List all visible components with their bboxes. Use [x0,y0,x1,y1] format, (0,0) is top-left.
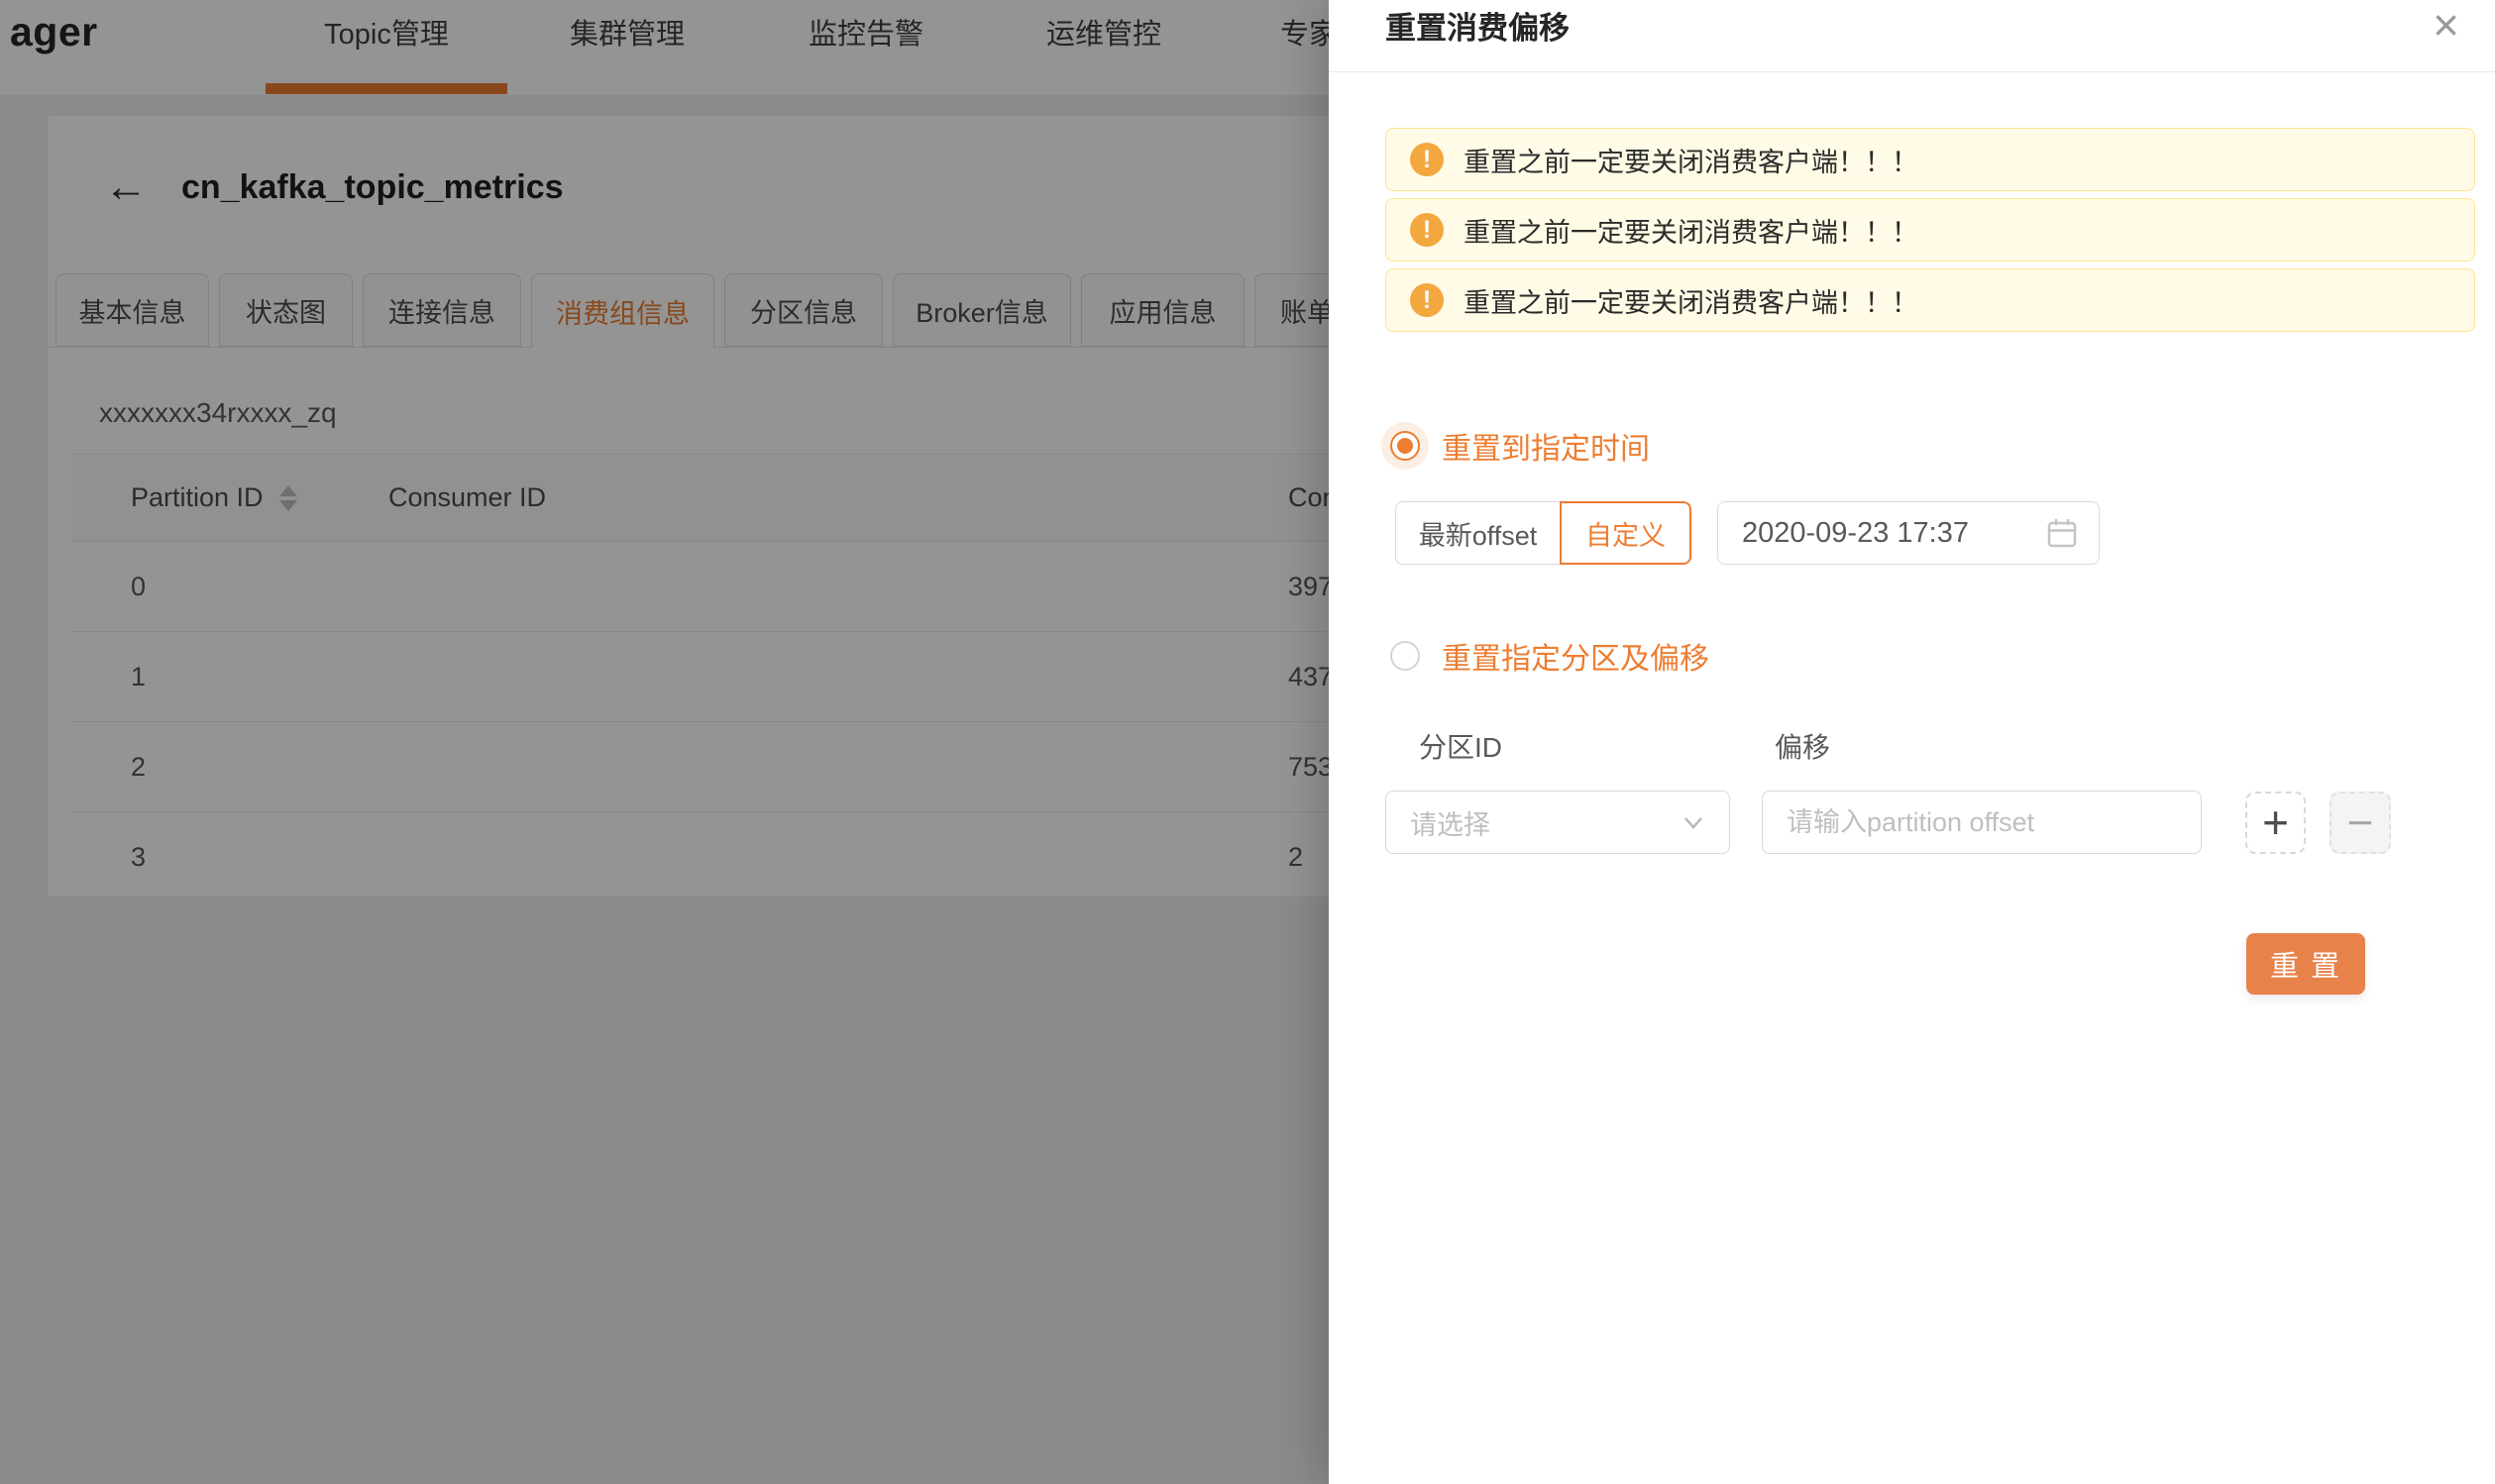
latest-offset-button[interactable]: 最新offset [1395,501,1560,565]
datetime-picker[interactable]: 2020-09-23 17:37 [1717,501,2100,565]
warning-text: 重置之前一定要关闭消费客户端！！！ [1464,141,1918,179]
offset-input[interactable] [1762,791,2202,854]
offset-label: 偏移 [1775,726,1830,766]
add-row-button[interactable]: + [2245,792,2306,854]
warning-icon: ! [1410,143,1444,176]
reset-submit-button[interactable]: 重 置 [2246,933,2365,995]
custom-offset-button[interactable]: 自定义 [1560,501,1691,565]
chevron-down-icon [1680,808,1707,836]
warning-alert: ! 重置之前一定要关闭消费客户端！！！ [1385,268,2475,332]
close-icon[interactable]: × [2433,2,2459,48]
offset-mode-row: 最新offset 自定义 2020-09-23 17:37 [1395,501,2495,565]
partition-offset-fields: 请选择 + − [1385,791,2495,854]
radio-reset-partition-offset[interactable]: 重置指定分区及偏移 [1390,639,2495,673]
drawer-title: 重置消费偏移 [1385,3,1570,48]
radio-unchecked-icon[interactable] [1390,641,1420,671]
reset-offset-drawer: 重置消费偏移 × ! 重置之前一定要关闭消费客户端！！！ ! 重置之前一定要关闭… [1329,0,2495,1484]
minus-icon: − [2347,799,2374,845]
partition-id-label: 分区ID [1419,726,1502,766]
warning-icon: ! [1410,213,1444,247]
drawer-header: 重置消费偏移 × [1329,0,2495,72]
plus-icon: + [2262,799,2289,845]
select-placeholder: 请选择 [1410,803,1490,842]
datetime-value: 2020-09-23 17:37 [1742,517,1969,550]
radio-reset-to-time[interactable]: 重置到指定时间 [1390,429,2495,463]
radio-reset-to-time-label[interactable]: 重置到指定时间 [1442,424,1650,468]
submit-row: 重 置 [1385,933,2495,995]
partition-id-select[interactable]: 请选择 [1385,791,1730,854]
warning-alert: ! 重置之前一定要关闭消费客户端！！！ [1385,128,2475,191]
warning-alert: ! 重置之前一定要关闭消费客户端！！！ [1385,198,2475,262]
warning-text: 重置之前一定要关闭消费客户端！！！ [1464,211,1918,250]
app-root: ager Topic管理 集群管理 监控告警 运维管控 专家 ← cn_kafk… [0,0,2495,1484]
warning-text: 重置之前一定要关闭消费客户端！！！ [1464,281,1918,320]
warning-icon: ! [1410,283,1444,317]
remove-row-button[interactable]: − [2330,792,2391,854]
drawer-body: ! 重置之前一定要关闭消费客户端！！！ ! 重置之前一定要关闭消费客户端！！！ … [1329,128,2495,995]
radio-checked-icon[interactable] [1390,431,1420,461]
radio-reset-partition-offset-label[interactable]: 重置指定分区及偏移 [1442,634,1709,678]
field-labels-row: 分区ID 偏移 [1385,726,2495,760]
calendar-icon [2045,516,2079,550]
